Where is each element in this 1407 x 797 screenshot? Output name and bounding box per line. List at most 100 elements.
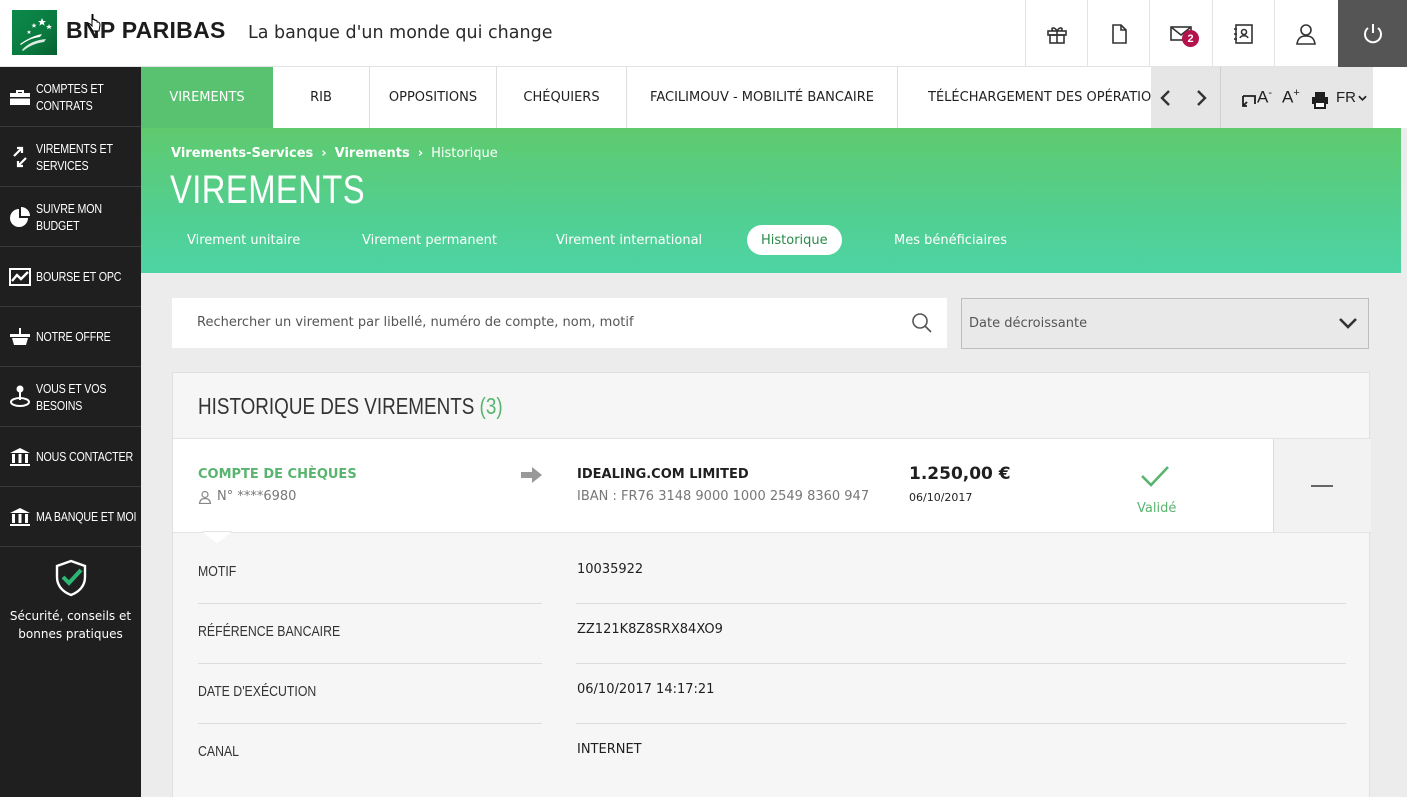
bank-icon — [10, 507, 30, 526]
contacts-button[interactable] — [1212, 0, 1274, 67]
sidebar-item-label: NOUS CONTACTER — [36, 449, 134, 464]
tab-chequiers[interactable]: CHÉQUIERS — [497, 67, 627, 128]
sidebar-item-label: COMPTES ET CONTRATS — [36, 80, 104, 113]
messages-button[interactable]: 2 — [1149, 0, 1211, 67]
screen-reader-icon[interactable] — [1241, 92, 1257, 108]
documents-button[interactable] — [1087, 0, 1149, 67]
basket-icon — [10, 327, 30, 345]
detail-value-date-execution: 06/10/2017 14:17:21 — [577, 682, 715, 697]
document-icon — [1111, 23, 1127, 44]
subtab-mes-beneficiaires[interactable]: Mes bénéficiaires — [894, 225, 1007, 255]
power-icon — [1363, 23, 1382, 43]
sidebar-security-link[interactable]: Sécurité, conseils et bonnes pratiques — [0, 547, 141, 643]
breadcrumb-item[interactable]: Virements-Services — [171, 146, 313, 161]
subtab-virement-permanent[interactable]: Virement permanent — [362, 225, 497, 255]
sidebar-item-virements[interactable]: VIREMENTS ET SERVICES — [0, 127, 141, 187]
security-label: Sécurité, conseils et bonnes pratiques — [9, 609, 132, 641]
sidebar-item-budget[interactable]: SUIVRE MON BUDGET — [0, 187, 141, 247]
detail-value-canal: INTERNET — [577, 742, 642, 757]
debit-account-number: N° ****6980 — [198, 489, 296, 504]
main-tabs: VIREMENTS RIB OPPOSITIONS CHÉQUIERS FACI… — [141, 67, 1407, 128]
stock-chart-icon — [9, 267, 31, 286]
check-icon — [1141, 466, 1169, 487]
transfer-row[interactable]: COMPTE DE CHÈQUES N° ****6980 IDEALING.C… — [173, 438, 1273, 533]
sidebar-item-label: VIREMENTS ET SERVICES — [36, 140, 113, 173]
tagline: La banque d'un monde qui change — [248, 23, 553, 43]
tab-virements[interactable]: VIREMENTS — [141, 67, 273, 128]
tab-rib[interactable]: RIB — [273, 67, 370, 128]
pie-chart-icon — [10, 206, 30, 227]
logout-button[interactable] — [1338, 0, 1407, 67]
gift-button[interactable] — [1025, 0, 1087, 67]
arrow-right-icon — [521, 467, 542, 483]
breadcrumb-item[interactable]: Virements — [335, 146, 410, 161]
divider — [576, 723, 1346, 724]
chevron-down-icon — [1339, 318, 1357, 329]
sort-select[interactable]: Date décroissante — [961, 298, 1369, 349]
subtab-historique[interactable]: Historique — [747, 225, 842, 255]
tab-oppositions[interactable]: OPPOSITIONS — [370, 67, 497, 128]
search-input[interactable]: Rechercher un virement par libellé, numé… — [172, 298, 947, 348]
detail-value-reference: ZZ121K8Z8SRX84XO9 — [577, 622, 723, 637]
breadcrumb: Virements-Services › Virements › Histori… — [171, 146, 498, 161]
beneficiary-name: IDEALING.COM LIMITED — [577, 467, 749, 482]
messages-count-badge: 2 — [1182, 30, 1199, 47]
sidebar-item-bourse[interactable]: BOURSE ET OPC — [0, 247, 141, 307]
sidebar-item-label: VOUS ET VOS BESOINS — [36, 380, 107, 413]
print-icon[interactable] — [1311, 91, 1329, 109]
detail-value-motif: 10035922 — [577, 562, 644, 577]
sort-value: Date décroissante — [969, 316, 1088, 331]
transfer-history-panel: HISTORIQUE DES VIREMENTS (3) COMPTE DE C… — [172, 372, 1371, 797]
page-banner: Virements-Services › Virements › Histori… — [141, 128, 1401, 273]
tab-facilimouv[interactable]: FACILIMOUV - MOBILITÉ BANCAIRE — [627, 67, 898, 128]
row-pointer — [203, 532, 231, 544]
divider — [198, 603, 542, 604]
user-icon — [1295, 23, 1316, 45]
page-title: VIREMENTS — [170, 168, 366, 212]
top-header: BNP PARIBAS La banque d'un monde qui cha… — [0, 0, 1407, 67]
chevron-right-icon — [1196, 89, 1207, 106]
divider — [576, 603, 1346, 604]
sidebar-item-label: NOTRE OFFRE — [36, 329, 111, 344]
font-decrease-button[interactable]: A- — [1257, 87, 1272, 108]
status-badge: Validé — [1137, 501, 1177, 516]
divider — [198, 723, 542, 724]
tabs-scroll-left-button[interactable] — [1151, 67, 1181, 128]
sidebar-item-ma-banque[interactable]: MA BANQUE ET MOI — [0, 487, 141, 547]
subtab-virement-unitaire[interactable]: Virement unitaire — [187, 225, 300, 255]
minus-icon — [1311, 485, 1333, 487]
language-selector[interactable]: FR — [1336, 89, 1367, 106]
sidebar-item-besoins[interactable]: VOUS ET VOS BESOINS — [0, 367, 141, 427]
breadcrumb-chevron-icon: › — [417, 146, 424, 161]
tabs-scroll-right-button[interactable] — [1181, 67, 1221, 128]
beneficiary-iban: IBAN : FR76 3148 9000 1000 2549 8360 947 — [577, 489, 870, 504]
transfer-date: 06/10/2017 — [909, 491, 973, 504]
bank-icon — [10, 447, 30, 466]
subtab-virement-international[interactable]: Virement international — [556, 225, 702, 255]
chevron-left-icon — [1160, 89, 1170, 106]
search-icon[interactable] — [911, 312, 933, 334]
breadcrumb-chevron-icon: › — [321, 146, 327, 161]
sidebar-item-offre[interactable]: NOTRE OFFRE — [0, 307, 141, 367]
briefcase-icon — [10, 89, 30, 105]
mouse-cursor-icon — [88, 14, 101, 32]
main-sidebar: COMPTES ET CONTRATS VIREMENTS ET SERVICES … — [0, 67, 141, 797]
contact-card-icon — [1233, 23, 1253, 44]
detail-label-date-execution: DATE D'EXÉCUTION — [198, 683, 317, 700]
bnp-logo-icon[interactable] — [12, 10, 57, 55]
transfer-arrows-icon — [13, 146, 27, 167]
chevron-down-icon — [1358, 95, 1367, 101]
page-tools: A- A+ FR — [1181, 67, 1373, 128]
tab-telechargement[interactable]: TÉLÉCHARGEMENT DES OPÉRATIONS — [898, 67, 1168, 128]
divider — [198, 663, 542, 664]
profile-button[interactable] — [1274, 0, 1336, 67]
sidebar-item-label: MA BANQUE ET MOI — [36, 509, 137, 524]
collapse-button[interactable] — [1273, 438, 1371, 533]
detail-label-reference: RÉFÉRENCE BANCAIRE — [198, 623, 341, 640]
font-increase-button[interactable]: A+ — [1282, 87, 1300, 108]
person-target-icon — [10, 385, 30, 407]
sidebar-item-contact[interactable]: NOUS CONTACTER — [0, 427, 141, 487]
security-shield-icon — [55, 559, 86, 597]
sidebar-item-comptes[interactable]: COMPTES ET CONTRATS — [0, 67, 141, 127]
user-icon — [198, 490, 212, 504]
